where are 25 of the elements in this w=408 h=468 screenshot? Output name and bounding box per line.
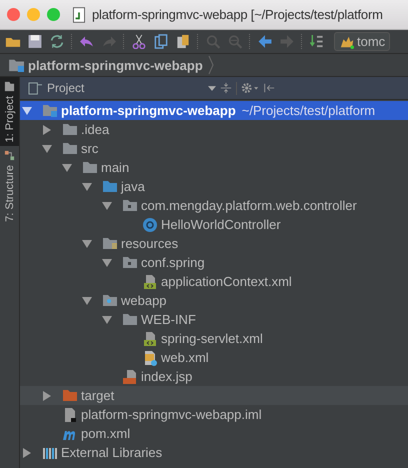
tree-item[interactable]: spring-servlet.xml — [20, 329, 408, 348]
tree-item[interactable]: index.jsp — [20, 367, 408, 386]
tool-window-tab[interactable]: 7: Structure — [0, 146, 19, 226]
tree-item[interactable]: resources — [20, 234, 408, 253]
tree-item[interactable]: java — [20, 177, 408, 196]
tree-item[interactable]: pom.xml — [20, 424, 408, 443]
tree-item[interactable]: webapp — [20, 291, 408, 310]
tree-item[interactable]: com.mengday.platform.web.controller — [20, 196, 408, 215]
tree-item[interactable]: External Libraries — [20, 443, 408, 462]
tree-item[interactable]: src — [20, 139, 408, 158]
view-selector[interactable]: Project — [47, 81, 84, 95]
tree-item[interactable]: WEB-INF — [20, 310, 408, 329]
breadcrumb-item[interactable]: platform-springmvc-webapp — [28, 58, 203, 72]
tree-item[interactable]: platform-springmvc-webapp ~/Projects/test/platform — [20, 101, 408, 120]
tree-item[interactable]: main — [20, 158, 408, 177]
tree-item[interactable]: applicationContext.xml — [20, 272, 408, 291]
window-title: platform-springmvc-webapp [~/Projects/test/platform — [92, 7, 383, 22]
tree-item[interactable]: platform-springmvc-webapp.iml — [20, 405, 408, 424]
tree-item[interactable]: HelloWorldController — [20, 215, 408, 234]
tool-window-tab[interactable]: 1: Project — [0, 77, 19, 146]
run-configuration[interactable]: tomc — [334, 32, 390, 51]
tree-item[interactable]: .idea — [20, 120, 408, 139]
tree-item[interactable]: web.xml — [20, 348, 408, 367]
tree-item[interactable]: target — [20, 386, 408, 405]
tree-item[interactable]: conf.spring — [20, 253, 408, 272]
